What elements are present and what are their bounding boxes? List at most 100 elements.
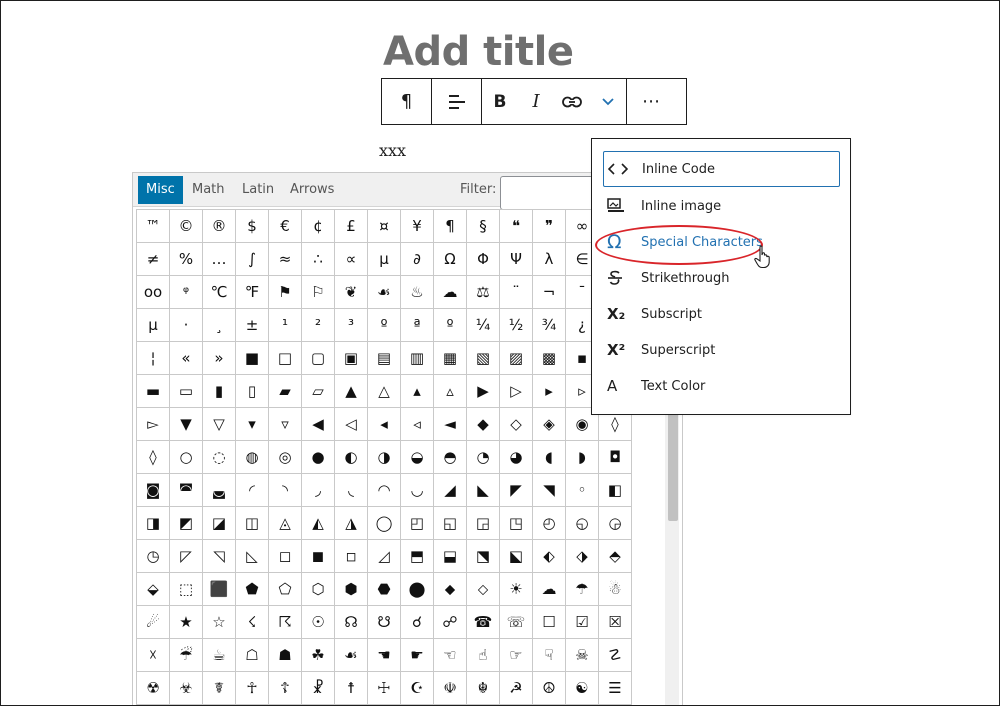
character-cell[interactable]: ¤ (368, 210, 401, 243)
character-cell[interactable]: µ (137, 309, 170, 342)
character-cell[interactable]: ◽ (335, 540, 368, 573)
character-cell[interactable]: ★ (170, 606, 203, 639)
character-cell[interactable]: ◦ (566, 474, 599, 507)
character-cell[interactable]: ◆ (467, 408, 500, 441)
character-cell[interactable]: ▥ (401, 342, 434, 375)
character-cell[interactable]: ☚ (368, 639, 401, 672)
character-cell[interactable]: ▰ (269, 375, 302, 408)
character-cell[interactable]: µ (368, 243, 401, 276)
character-cell[interactable]: ◙ (137, 474, 170, 507)
menu-item-subscript[interactable]: X₂ Subscript (603, 296, 840, 332)
character-cell[interactable]: ☩ (368, 672, 401, 705)
character-cell[interactable]: ☙ (335, 639, 368, 672)
character-cell[interactable]: ▧ (467, 342, 500, 375)
character-cell[interactable]: ◹ (203, 540, 236, 573)
character-cell[interactable]: ☘ (302, 639, 335, 672)
character-cell[interactable]: ☖ (236, 639, 269, 672)
character-cell[interactable]: ◷ (137, 540, 170, 573)
character-cell[interactable]: ☋ (368, 606, 401, 639)
character-cell[interactable]: ℉ (236, 276, 269, 309)
character-cell[interactable]: ☟ (533, 639, 566, 672)
character-cell[interactable]: ⬘ (599, 540, 632, 573)
character-cell[interactable]: ⬛ (203, 573, 236, 606)
character-cell[interactable]: ¶ (434, 210, 467, 243)
character-cell[interactable]: ☐ (533, 606, 566, 639)
character-cell[interactable]: £ (335, 210, 368, 243)
character-cell[interactable]: ¨ (500, 276, 533, 309)
character-cell[interactable]: ◒ (401, 441, 434, 474)
character-cell[interactable]: … (203, 243, 236, 276)
character-cell[interactable]: ² (302, 309, 335, 342)
character-cell[interactable]: ☔ (170, 639, 203, 672)
character-cell[interactable]: ∝ (335, 243, 368, 276)
character-cell[interactable]: ● (302, 441, 335, 474)
character-cell[interactable]: ◺ (236, 540, 269, 573)
character-cell[interactable]: ☠ (566, 639, 599, 672)
character-cell[interactable]: ◢ (434, 474, 467, 507)
character-cell[interactable]: ◬ (269, 507, 302, 540)
character-cell[interactable]: ◥ (533, 474, 566, 507)
character-cell[interactable]: ▢ (302, 342, 335, 375)
character-cell[interactable]: ¼ (467, 309, 500, 342)
character-cell[interactable]: ▸ (533, 375, 566, 408)
character-cell[interactable]: ☒ (599, 606, 632, 639)
character-cell[interactable]: ™ (137, 210, 170, 243)
character-cell[interactable]: ¢ (302, 210, 335, 243)
character-cell[interactable]: ◀ (302, 408, 335, 441)
character-cell[interactable]: ⬖ (533, 540, 566, 573)
tab-math[interactable]: Math (184, 176, 233, 204)
character-cell[interactable]: ◸ (170, 540, 203, 573)
character-cell[interactable]: ◚ (170, 474, 203, 507)
character-cell[interactable]: ☏ (500, 606, 533, 639)
character-cell[interactable]: ◓ (434, 441, 467, 474)
character-cell[interactable]: ⚖ (467, 276, 500, 309)
character-cell[interactable]: ¬ (533, 276, 566, 309)
chevron-down-icon[interactable] (590, 79, 626, 124)
character-cell[interactable]: ☆ (203, 606, 236, 639)
character-cell[interactable]: ☊ (335, 606, 368, 639)
character-cell[interactable]: ☓ (137, 639, 170, 672)
character-cell[interactable]: ☤ (203, 672, 236, 705)
character-cell[interactable]: ⬚ (170, 573, 203, 606)
menu-item-superscript[interactable]: X² Superscript (603, 332, 840, 368)
character-cell[interactable]: ▤ (368, 342, 401, 375)
tab-latin[interactable]: Latin (234, 176, 282, 204)
character-cell[interactable]: λ (533, 243, 566, 276)
character-cell[interactable]: ☎ (467, 606, 500, 639)
character-cell[interactable]: ◘ (599, 441, 632, 474)
character-cell[interactable]: · (170, 309, 203, 342)
character-cell[interactable]: ❞ (533, 210, 566, 243)
character-cell[interactable]: ⬠ (269, 573, 302, 606)
character-cell[interactable]: © (170, 210, 203, 243)
character-cell[interactable]: ◪ (203, 507, 236, 540)
character-cell[interactable]: ◊ (137, 441, 170, 474)
character-cell[interactable]: ☁ (434, 276, 467, 309)
character-cell[interactable]: ◩ (170, 507, 203, 540)
character-cell[interactable]: ◎ (269, 441, 302, 474)
character-cell[interactable]: ® (203, 210, 236, 243)
character-cell[interactable]: ☍ (434, 606, 467, 639)
character-cell[interactable]: ⬗ (566, 540, 599, 573)
character-cell[interactable]: ◑ (368, 441, 401, 474)
character-cell[interactable]: ▯ (236, 375, 269, 408)
character-cell[interactable]: ⚐ (302, 276, 335, 309)
character-cell[interactable]: º (368, 309, 401, 342)
character-cell[interactable]: ☞ (500, 639, 533, 672)
character-cell[interactable]: ☦ (269, 672, 302, 705)
character-cell[interactable]: ≠ (137, 243, 170, 276)
character-cell[interactable]: ☄ (137, 606, 170, 639)
character-cell[interactable]: ⚑ (269, 276, 302, 309)
character-cell[interactable]: ◤ (500, 474, 533, 507)
character-cell[interactable]: ½ (500, 309, 533, 342)
character-cell[interactable]: □ (269, 342, 302, 375)
character-cell[interactable]: ⬢ (335, 573, 368, 606)
character-cell[interactable]: ☫ (434, 672, 467, 705)
character-cell[interactable]: ⬙ (137, 573, 170, 606)
character-cell[interactable]: ⬒ (401, 540, 434, 573)
character-cell[interactable]: ☂ (566, 573, 599, 606)
character-cell[interactable]: % (170, 243, 203, 276)
character-cell[interactable]: ▼ (170, 408, 203, 441)
character-cell[interactable]: « (170, 342, 203, 375)
character-cell[interactable]: ⬦ (467, 573, 500, 606)
character-cell[interactable]: ◧ (599, 474, 632, 507)
